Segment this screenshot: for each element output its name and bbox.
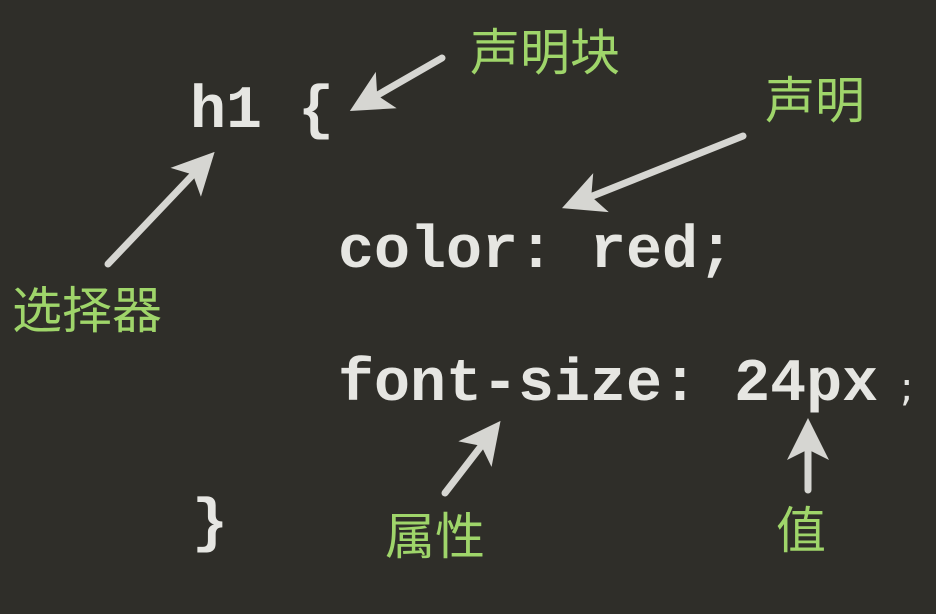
arrow-to-property <box>441 420 501 497</box>
arrow-to-declaration <box>561 132 747 213</box>
arrow-to-declaration-block <box>349 54 446 111</box>
arrow-to-selector <box>104 151 215 268</box>
arrows <box>104 54 829 497</box>
